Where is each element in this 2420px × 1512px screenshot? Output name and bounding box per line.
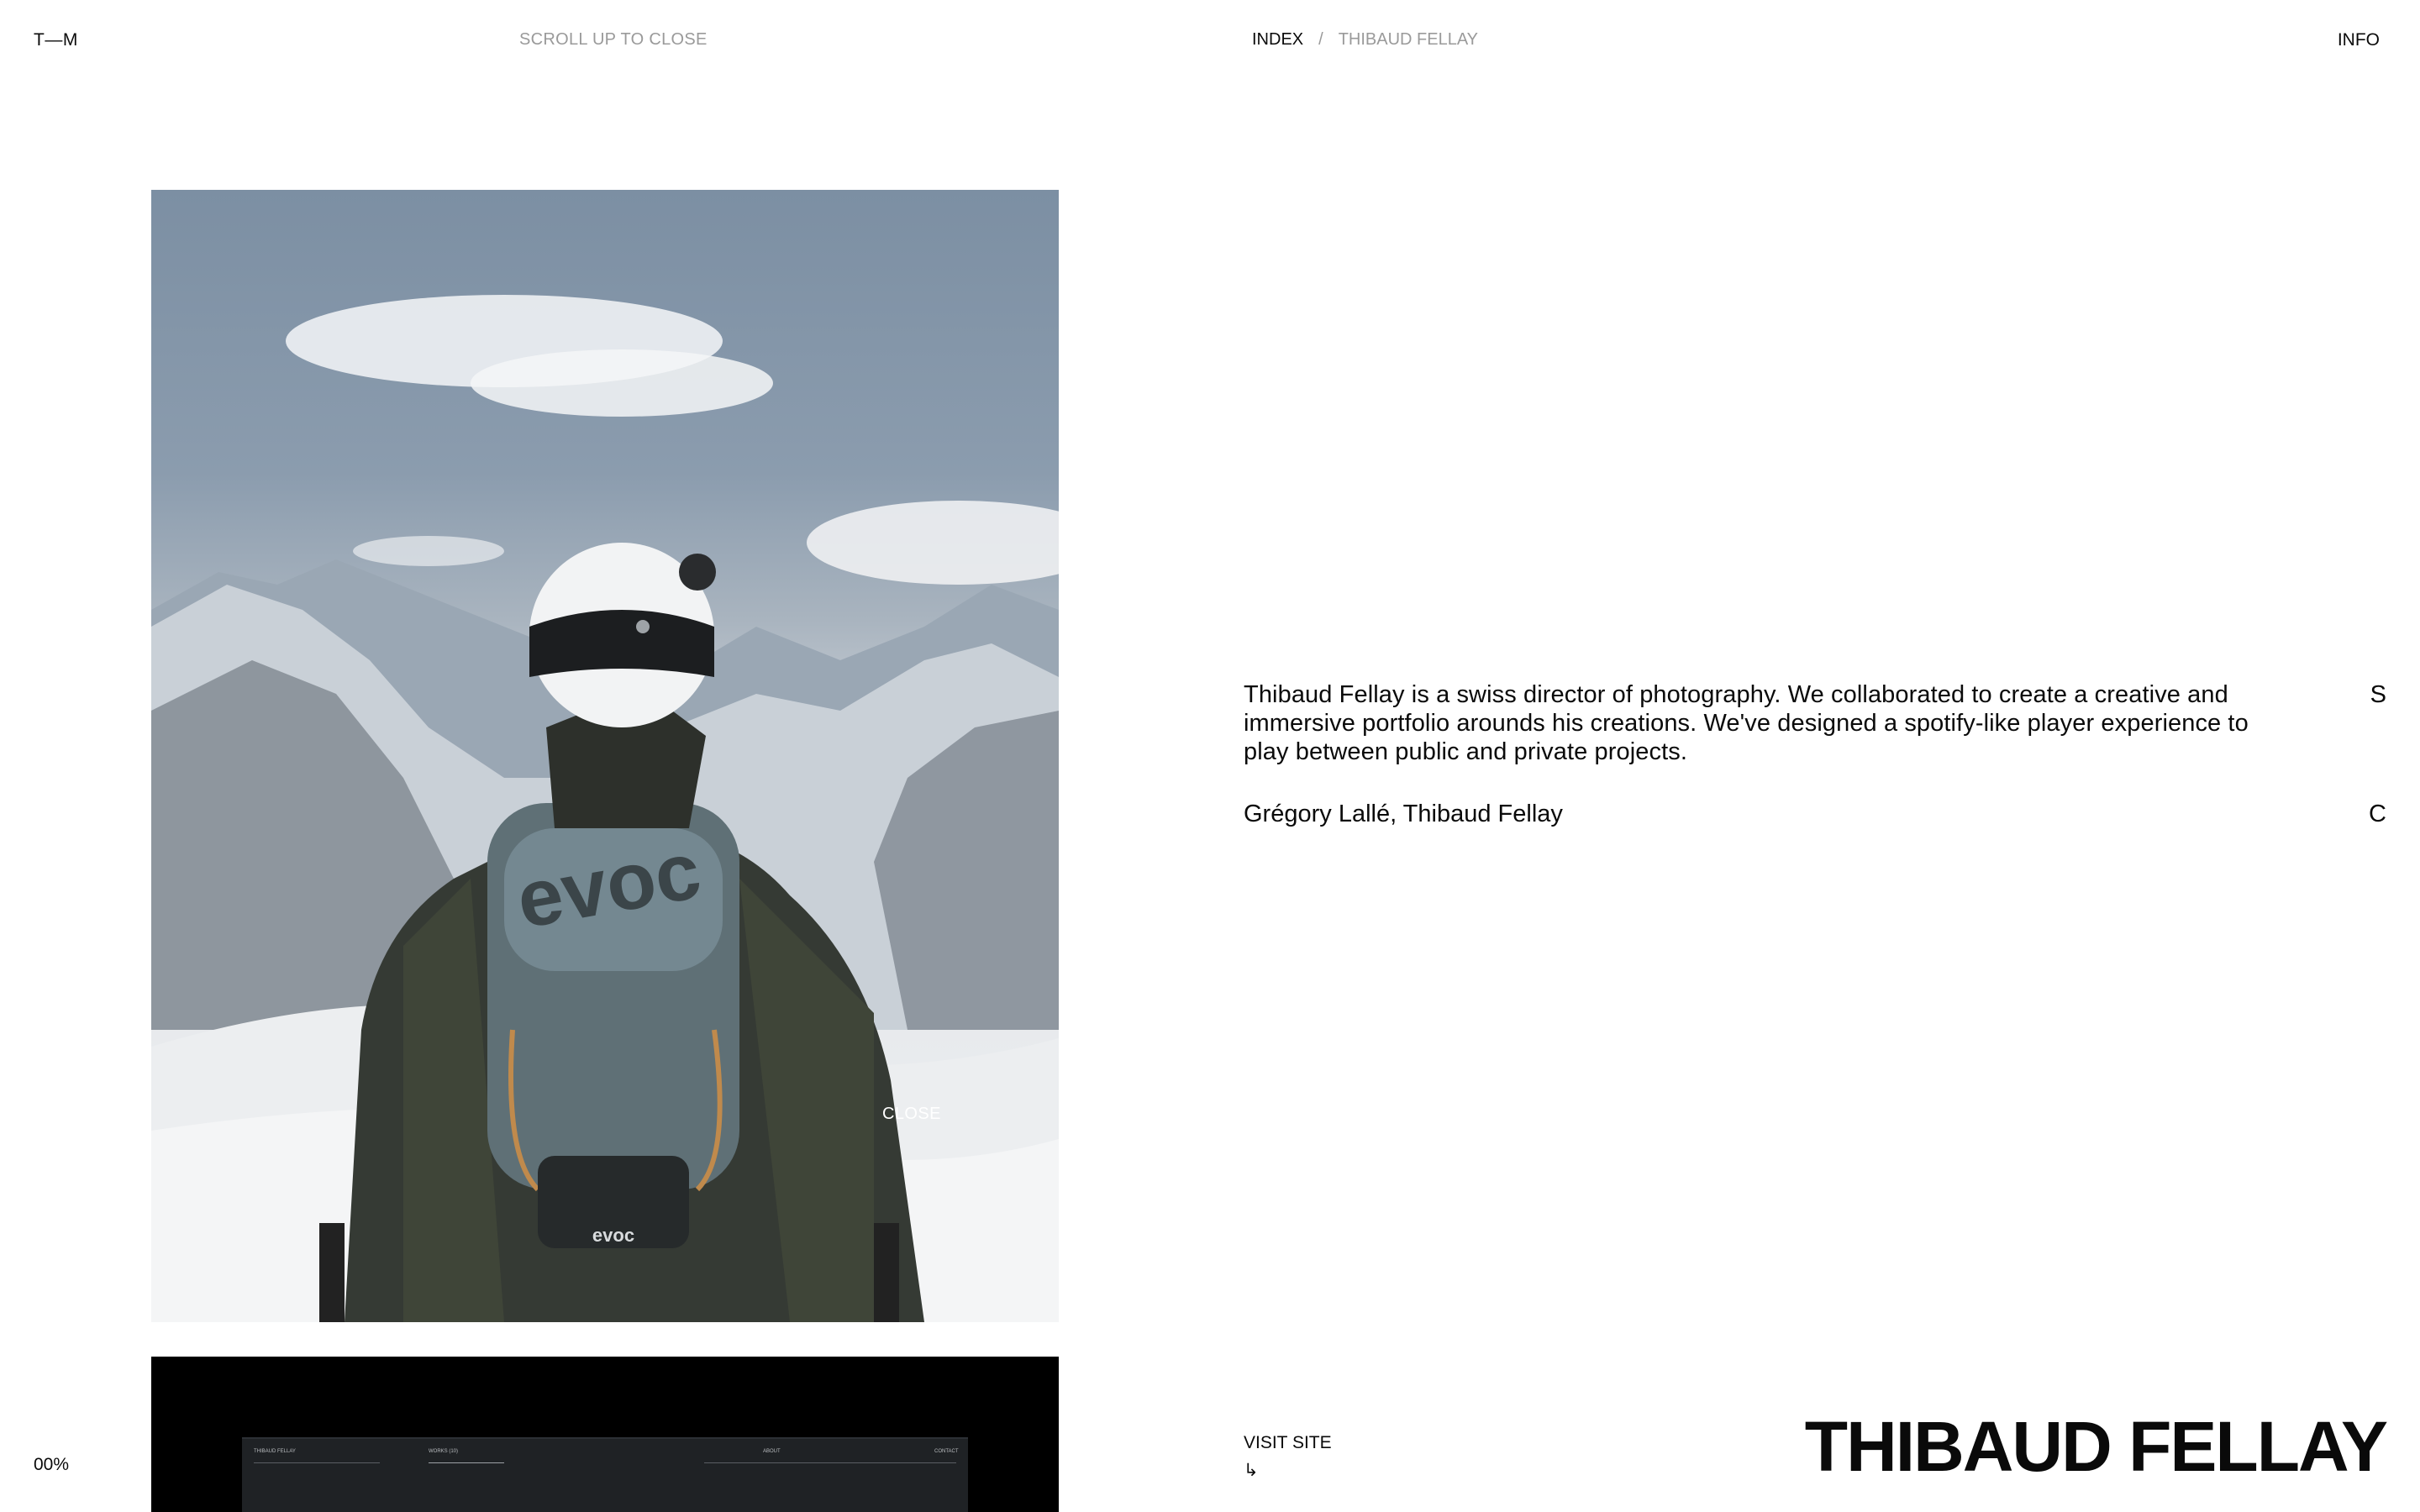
skier-illustration: evoc evoc xyxy=(151,295,1059,1322)
preview-rule xyxy=(254,1462,380,1463)
side-letter-s: S xyxy=(2370,681,2386,708)
preview-rule xyxy=(429,1462,504,1463)
preview-brand: THIBAUD FELLAY xyxy=(254,1449,296,1454)
website-preview-screen: THIBAUD FELLAY WORKS (10) ABOUT CONTACT xyxy=(242,1437,968,1512)
breadcrumb-index-link[interactable]: INDEX xyxy=(1252,30,1303,50)
scroll-hint: SCROLL UP TO CLOSE xyxy=(519,30,708,49)
preview-about: ABOUT xyxy=(763,1449,781,1454)
site-logo[interactable]: T—M xyxy=(34,30,78,50)
preview-rule xyxy=(704,1462,956,1463)
project-image-skier[interactable]: evoc evoc CLOSE xyxy=(151,190,1059,1322)
scroll-progress: 00% xyxy=(34,1455,70,1474)
preview-works: WORKS (10) xyxy=(429,1449,459,1454)
breadcrumb-current: THIBAUD FELLAY xyxy=(1338,30,1479,49)
project-description: Thibaud Fellay is a swiss director of ph… xyxy=(1244,681,2249,765)
breadcrumb-separator: / xyxy=(1318,30,1323,49)
top-bar: T—M SCROLL UP TO CLOSE INDEX / THIBAUD F… xyxy=(0,0,2420,84)
breadcrumb: INDEX / THIBAUD FELLAY xyxy=(1252,30,1478,50)
info-link[interactable]: INFO xyxy=(2338,30,2380,50)
project-image-website[interactable]: THIBAUD FELLAY WORKS (10) ABOUT CONTACT xyxy=(151,1357,1059,1512)
preview-contact: CONTACT xyxy=(934,1449,959,1454)
arrow-icon[interactable]: ↳ xyxy=(1244,1460,1259,1481)
project-credits: Grégory Lallé, Thibaud Fellay xyxy=(1244,801,1563,827)
svg-text:evoc: evoc xyxy=(592,1225,634,1246)
close-button[interactable]: CLOSE xyxy=(882,1105,941,1124)
visit-site-link[interactable]: VISIT SITE xyxy=(1244,1433,1332,1453)
project-title: THIBAUD FELLAY xyxy=(1804,1407,2388,1486)
project-detail-page: T—M SCROLL UP TO CLOSE INDEX / THIBAUD F… xyxy=(0,0,2420,1512)
side-letter-c: C xyxy=(2369,801,2386,827)
